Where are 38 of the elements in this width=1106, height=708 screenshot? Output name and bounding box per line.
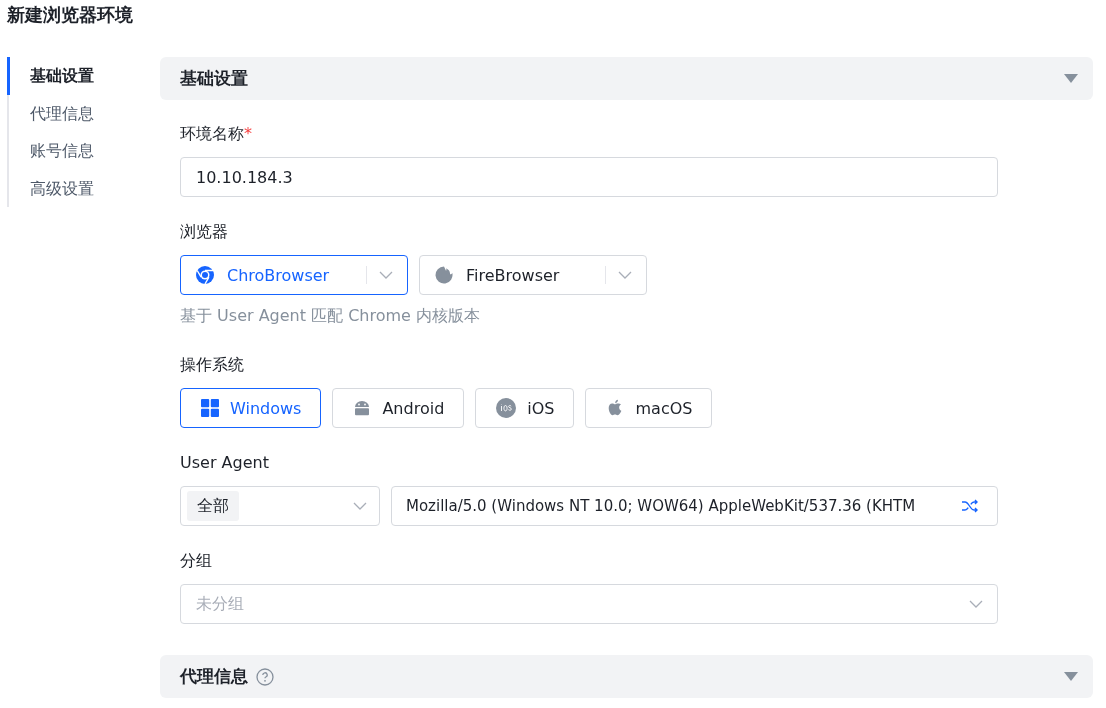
os-button[interactable]: iOS (475, 388, 575, 428)
browser-icon (434, 265, 454, 285)
required-mark: * (244, 124, 252, 143)
chevron-down-icon (618, 271, 632, 279)
user-agent-input[interactable]: Mozilla/5.0 (Windows NT 10.0; WOW64) AppleWebKit/537.36 (KHTM (391, 486, 998, 526)
os-button[interactable]: macOS (585, 388, 713, 428)
field-label: 浏览器 (180, 221, 229, 243)
shuffle-icon[interactable] (961, 499, 979, 513)
ios-icon (496, 398, 517, 418)
os-button[interactable]: Android (332, 388, 465, 428)
chevron-down-icon (969, 600, 983, 608)
field-label: 操作系统 (180, 354, 245, 376)
section-title: 代理信息 (180, 665, 248, 688)
hint-text: 基于 User Agent 匹配 Chrome 内核版本 (180, 305, 481, 327)
nav-item[interactable]: 账号信息 (7, 132, 160, 170)
windows-icon (201, 399, 219, 417)
section-header[interactable]: 基础设置 (160, 57, 1093, 100)
ua-filter-select[interactable]: 全部 (180, 486, 380, 526)
browser-icon (195, 265, 215, 285)
page-title: 新建浏览器环境 (7, 3, 134, 27)
help-icon[interactable] (256, 667, 274, 686)
section-header[interactable]: 代理信息 (160, 655, 1093, 698)
nav-item[interactable]: 代理信息 (7, 94, 160, 132)
chevron-down-icon (379, 271, 393, 279)
browser-select[interactable]: FireBrowser (419, 255, 647, 295)
section-title: 基础设置 (180, 67, 248, 90)
android-icon (353, 399, 372, 417)
os-button[interactable]: Windows (180, 388, 322, 428)
triangle-down-icon[interactable] (1064, 672, 1078, 681)
filter-tag: 全部 (187, 491, 239, 521)
nav-item[interactable]: 高级设置 (7, 169, 160, 207)
chevron-down-icon (353, 502, 367, 510)
field-label: User Agent (180, 452, 270, 474)
name-input[interactable]: 10.10.184.3 (180, 157, 998, 197)
triangle-down-icon[interactable] (1064, 74, 1078, 83)
field-label: 环境名称* (180, 123, 253, 145)
browser-select[interactable]: ChroBrowser (180, 255, 408, 295)
field-label: 分组 (180, 550, 213, 572)
